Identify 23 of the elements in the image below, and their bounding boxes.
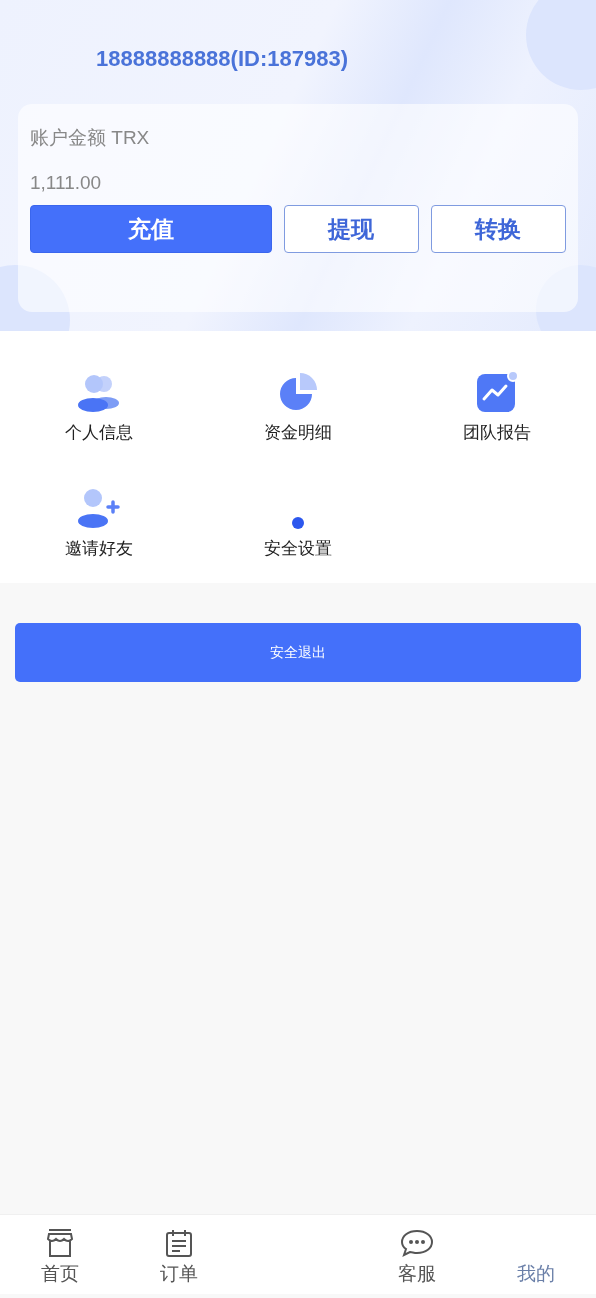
logout-button[interactable]: 安全退出 <box>15 623 581 682</box>
store-icon <box>44 1227 75 1258</box>
menu-item[interactable]: 邀请好友 <box>0 467 199 567</box>
balance-label: 账户金额 TRX <box>30 127 150 148</box>
dot-icon <box>291 515 305 530</box>
action-button[interactable]: 充值 <box>30 205 272 253</box>
tab-item[interactable]: 首页 <box>0 1215 120 1294</box>
calendar-icon <box>163 1227 194 1258</box>
chat-icon <box>400 1227 435 1258</box>
menu-item[interactable]: 资金明细 <box>198 351 398 451</box>
action-button[interactable]: 提现 <box>283 205 419 253</box>
menu-item[interactable]: 安全设置 <box>198 467 398 567</box>
tab-item[interactable]: 客服 <box>357 1215 477 1294</box>
users-icon <box>77 373 122 414</box>
balance-amount: 1,111.00 <box>30 172 102 193</box>
menu-item[interactable]: 团队报告 <box>397 351 596 451</box>
menu-item[interactable]: 个人信息 <box>0 351 199 451</box>
tab-item[interactable]: 订单 <box>119 1215 239 1294</box>
tab-item[interactable]: 我的 <box>476 1215 596 1294</box>
add-user-icon <box>77 487 122 530</box>
action-button[interactable]: 转换 <box>430 205 566 253</box>
trend-chart-icon <box>474 369 519 414</box>
account-title: 18888888888(ID:187983) <box>96 46 348 71</box>
